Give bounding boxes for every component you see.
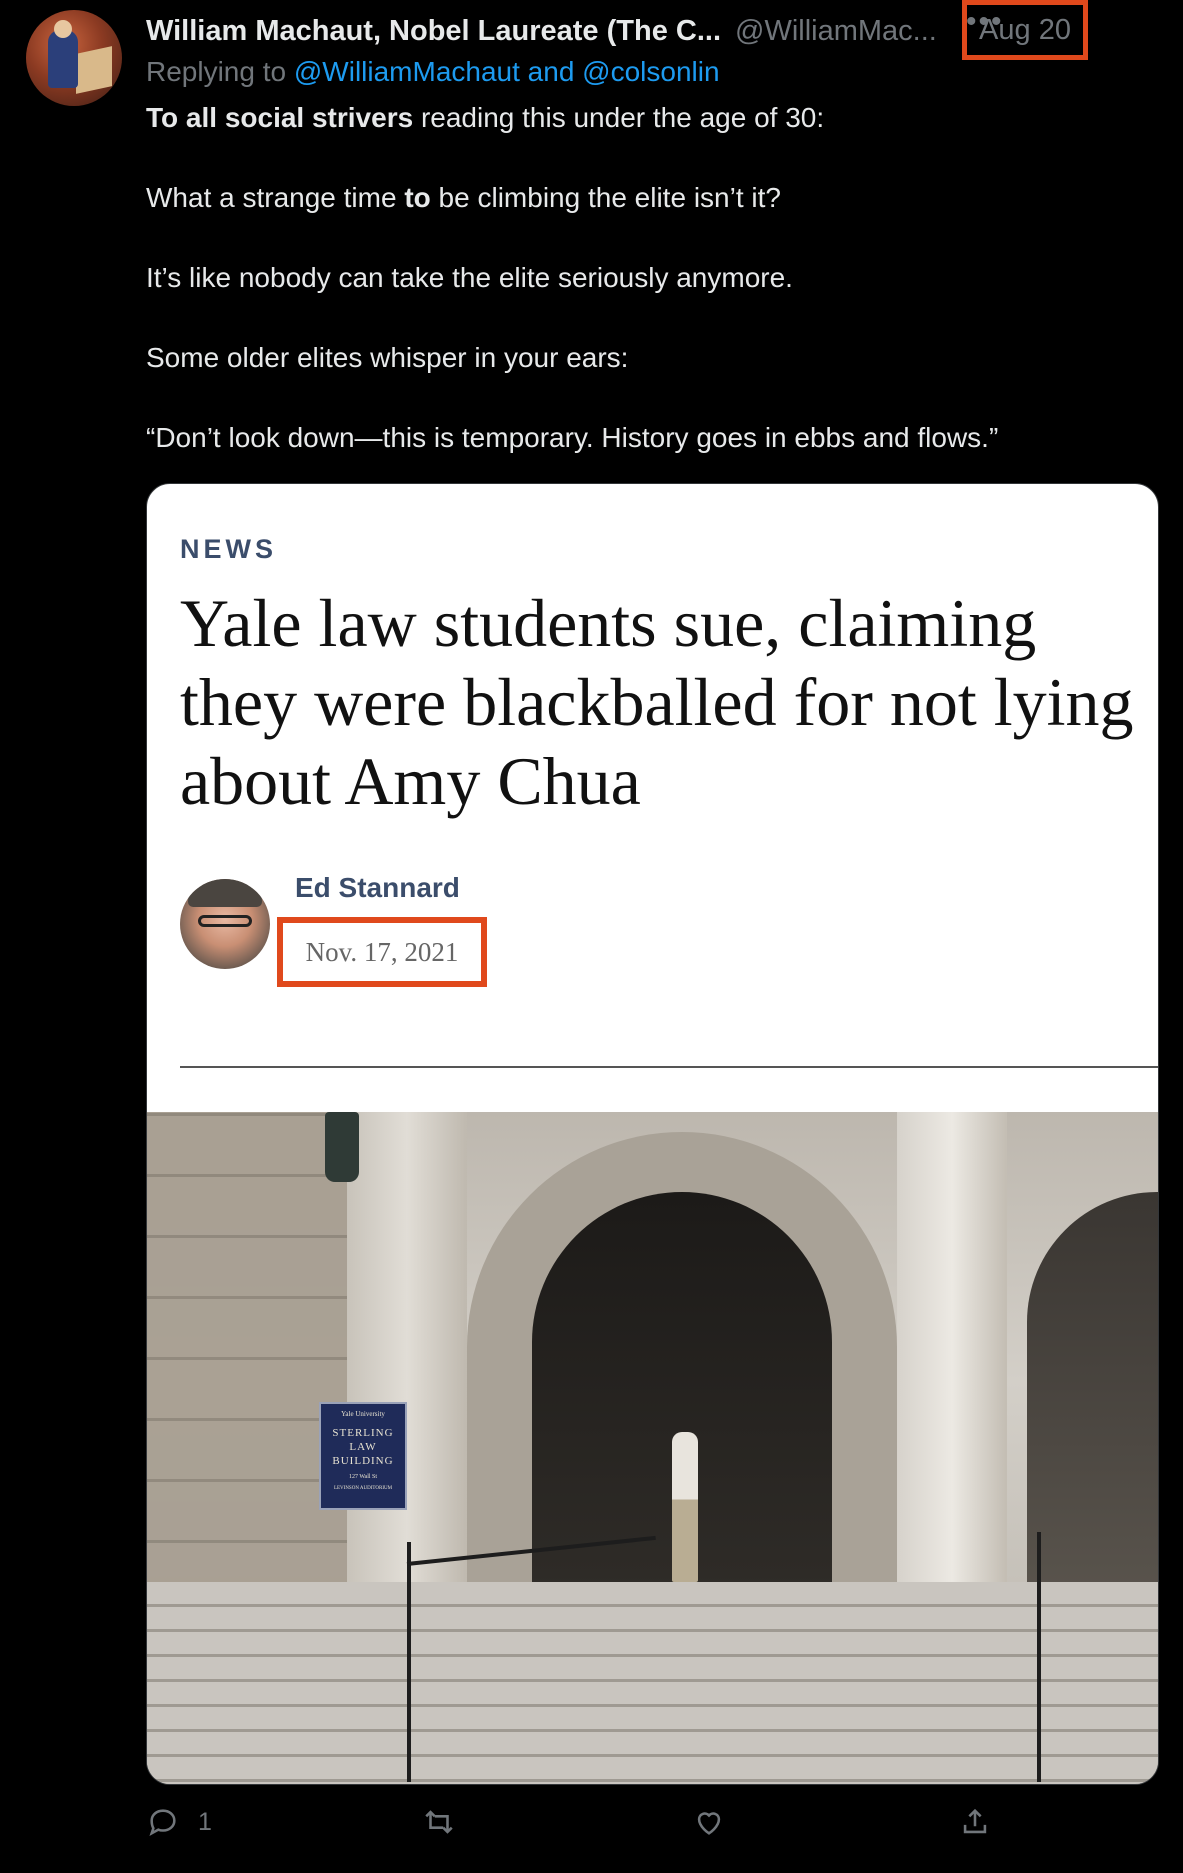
article-date-highlight: Nov. 17, 2021 bbox=[277, 917, 487, 987]
text-segment: reading this under the age of 30: bbox=[413, 102, 825, 133]
replying-prefix: Replying to bbox=[146, 56, 287, 87]
embedded-article-image[interactable]: NEWS Yale law students sue, claiming the… bbox=[146, 483, 1159, 1785]
bold-word: to bbox=[404, 182, 431, 213]
retweet-button[interactable] bbox=[422, 1805, 456, 1839]
reply-count: 1 bbox=[198, 1807, 212, 1836]
article-author: Ed Stannard bbox=[295, 872, 460, 903]
author-handle[interactable]: @WilliamMac... bbox=[735, 15, 937, 48]
sign-line: LEVINSON AUDITORIUM bbox=[333, 1486, 393, 1491]
tweet-paragraph-1: To all social strivers reading this unde… bbox=[146, 98, 1146, 138]
author-photo bbox=[180, 879, 270, 969]
sign-line: STERLING bbox=[332, 1427, 394, 1439]
like-icon bbox=[697, 1812, 721, 1835]
sign-line: 127 Wall St bbox=[348, 1474, 378, 1480]
article-headline: Yale law students sue, claiming they wer… bbox=[180, 585, 1134, 819]
bold-phrase: To all social strivers bbox=[146, 102, 414, 133]
more-icon[interactable]: ••• bbox=[966, 7, 1004, 37]
sign-line: Yale University bbox=[341, 1410, 385, 1418]
article-section-label: NEWS bbox=[180, 534, 277, 564]
share-button[interactable] bbox=[958, 1805, 992, 1839]
tweet-text: To all social strivers reading this unde… bbox=[146, 98, 1146, 458]
author-photo-glasses bbox=[198, 915, 252, 927]
photo-lamp bbox=[325, 1112, 359, 1182]
avatar-desk bbox=[76, 46, 112, 94]
tweet-paragraph-3: It’s like nobody can take the elite seri… bbox=[146, 262, 793, 293]
replying-to-links[interactable]: @WilliamMachaut and @colsonlin bbox=[294, 56, 720, 87]
text-segment: What a strange time bbox=[146, 182, 405, 213]
author-photo-hair bbox=[188, 879, 262, 907]
avatar-head bbox=[54, 20, 72, 38]
replying-to: Replying to @WilliamMachaut and @colsonl… bbox=[146, 56, 720, 88]
photo-handrail-right bbox=[1037, 1532, 1041, 1782]
article-divider bbox=[180, 1066, 1158, 1068]
author-name[interactable]: William Machaut, Nobel Laureate (The C..… bbox=[146, 15, 721, 48]
sign-line: LAW bbox=[349, 1441, 377, 1453]
tweet-actions: 1 bbox=[146, 1805, 1146, 1855]
avatar-figure bbox=[48, 30, 78, 88]
tweet-paragraph-4: Some older elites whisper in your ears: bbox=[146, 342, 629, 373]
share-icon bbox=[963, 1808, 987, 1834]
tweet-paragraph-2: What a strange time to be climbing the e… bbox=[146, 178, 1146, 218]
photo-handrail bbox=[407, 1542, 411, 1782]
article-photo: Yale University STERLING LAW BUILDING 12… bbox=[147, 1112, 1158, 1784]
author-avatar[interactable] bbox=[26, 10, 122, 106]
sign-title: STERLING LAW BUILDING bbox=[321, 1426, 405, 1468]
tweet-paragraph-5: “Don’t look down—this is temporary. Hist… bbox=[146, 422, 999, 453]
retweet-icon bbox=[425, 1810, 453, 1834]
reply-button[interactable]: 1 bbox=[146, 1805, 212, 1839]
reply-icon bbox=[149, 1809, 176, 1837]
text-segment: be climbing the elite isn’t it? bbox=[430, 182, 781, 213]
article-date: Nov. 17, 2021 bbox=[305, 936, 459, 967]
sign-line: BUILDING bbox=[332, 1455, 394, 1467]
photo-steps bbox=[147, 1582, 1158, 1784]
building-sign: Yale University STERLING LAW BUILDING 12… bbox=[319, 1402, 407, 1510]
like-button[interactable] bbox=[692, 1805, 726, 1839]
photo-person bbox=[672, 1432, 698, 1582]
